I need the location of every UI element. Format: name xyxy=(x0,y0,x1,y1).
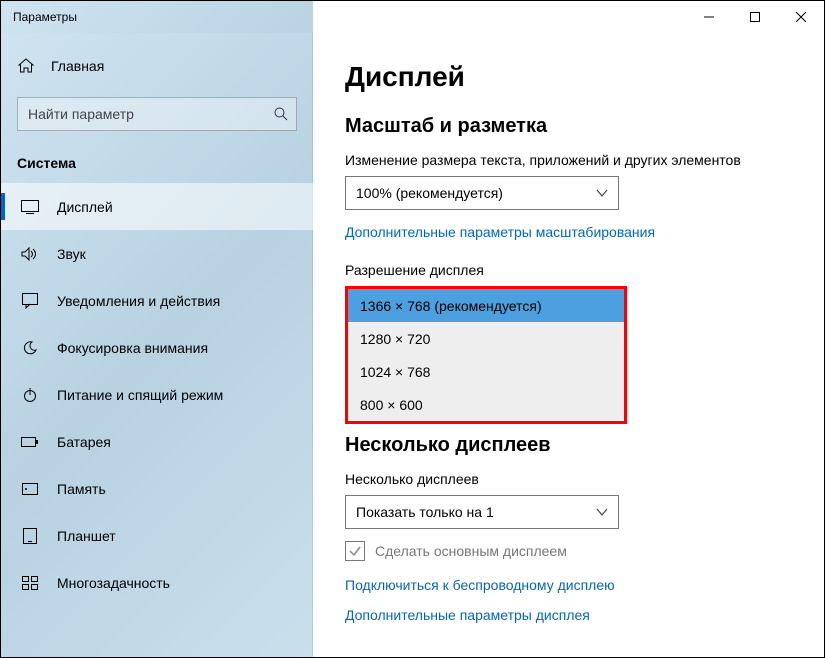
advanced-scale-link[interactable]: Дополнительные параметры масштабирования xyxy=(345,224,794,240)
minimize-button[interactable] xyxy=(686,1,732,33)
tablet-icon xyxy=(21,527,39,545)
resolution-option[interactable]: 800 × 600 xyxy=(348,388,624,421)
chevron-down-icon xyxy=(596,187,608,199)
sidebar-item-display[interactable]: Дисплей xyxy=(1,183,313,230)
resolution-option[interactable]: 1024 × 768 xyxy=(348,355,624,388)
multi-select-value: Показать только на 1 xyxy=(356,504,494,520)
sidebar-item-sound[interactable]: Звук xyxy=(1,230,313,277)
sound-icon xyxy=(21,245,39,263)
sidebar-item-label: Батарея xyxy=(57,434,111,450)
multitask-icon xyxy=(21,574,39,592)
power-icon xyxy=(21,386,39,404)
multi-label: Несколько дисплеев xyxy=(345,471,794,487)
search-input[interactable] xyxy=(17,97,297,131)
sidebar-item-label: Память xyxy=(57,481,106,497)
notifications-icon xyxy=(21,292,39,310)
wireless-display-link[interactable]: Подключиться к беспроводному дисплею xyxy=(345,577,794,593)
sidebar-item-label: Планшет xyxy=(57,528,116,544)
multi-select[interactable]: Показать только на 1 xyxy=(345,495,619,529)
resolution-option[interactable]: 1280 × 720 xyxy=(348,322,624,355)
resolution-dropdown-open[interactable]: 1366 × 768 (рекомендуется) 1280 × 720 10… xyxy=(345,286,627,424)
page-title: Дисплей xyxy=(345,61,794,93)
sidebar-item-label: Питание и спящий режим xyxy=(57,387,223,403)
focus-icon xyxy=(21,339,39,357)
scale-select-value: 100% (рекомендуется) xyxy=(356,185,503,201)
main-content: Дисплей Масштаб и разметка Изменение раз… xyxy=(313,33,824,657)
sidebar-item-label: Фокусировка внимания xyxy=(57,340,208,356)
chevron-down-icon xyxy=(596,506,608,518)
sidebar-item-label: Уведомления и действия xyxy=(57,293,220,309)
home-nav[interactable]: Главная xyxy=(1,51,313,81)
advanced-display-link[interactable]: Дополнительные параметры дисплея xyxy=(345,607,794,623)
sidebar-item-power[interactable]: Питание и спящий режим xyxy=(1,371,313,418)
sidebar-item-label: Дисплей xyxy=(57,199,113,215)
home-label: Главная xyxy=(51,58,104,74)
storage-icon xyxy=(21,480,39,498)
scale-heading: Масштаб и разметка xyxy=(345,115,794,138)
sidebar-item-battery[interactable]: Батарея xyxy=(1,418,313,465)
make-primary-label: Сделать основным дисплеем xyxy=(375,543,567,559)
sidebar-nav: Дисплей Звук Уведомления и действия xyxy=(1,183,313,606)
home-icon xyxy=(17,57,35,75)
scale-label: Изменение размера текста, приложений и д… xyxy=(345,152,794,168)
multi-heading: Несколько дисплеев xyxy=(345,434,794,457)
maximize-button[interactable] xyxy=(732,1,778,33)
close-button[interactable] xyxy=(778,1,824,33)
sidebar-item-tablet[interactable]: Планшет xyxy=(1,512,313,559)
battery-icon xyxy=(21,433,39,451)
window-title: Параметры xyxy=(13,10,77,24)
display-icon xyxy=(21,198,39,216)
section-title: Система xyxy=(1,149,313,183)
scale-select[interactable]: 100% (рекомендуется) xyxy=(345,176,619,210)
resolution-label: Разрешение дисплея xyxy=(345,262,794,278)
checkbox-icon xyxy=(345,541,365,561)
make-primary-checkbox: Сделать основным дисплеем xyxy=(345,541,794,561)
sidebar-item-focus[interactable]: Фокусировка внимания xyxy=(1,324,313,371)
resolution-option[interactable]: 1366 × 768 (рекомендуется) xyxy=(348,289,624,322)
sidebar: Главная Система Дисплей xyxy=(1,33,313,657)
search-icon xyxy=(273,106,289,122)
titlebar: Параметры xyxy=(1,1,824,33)
window-controls xyxy=(686,1,824,33)
sidebar-item-label: Звук xyxy=(57,246,86,262)
sidebar-item-storage[interactable]: Память xyxy=(1,465,313,512)
sidebar-item-label: Многозадачность xyxy=(57,575,170,591)
sidebar-item-notifications[interactable]: Уведомления и действия xyxy=(1,277,313,324)
sidebar-item-multitask[interactable]: Многозадачность xyxy=(1,559,313,606)
